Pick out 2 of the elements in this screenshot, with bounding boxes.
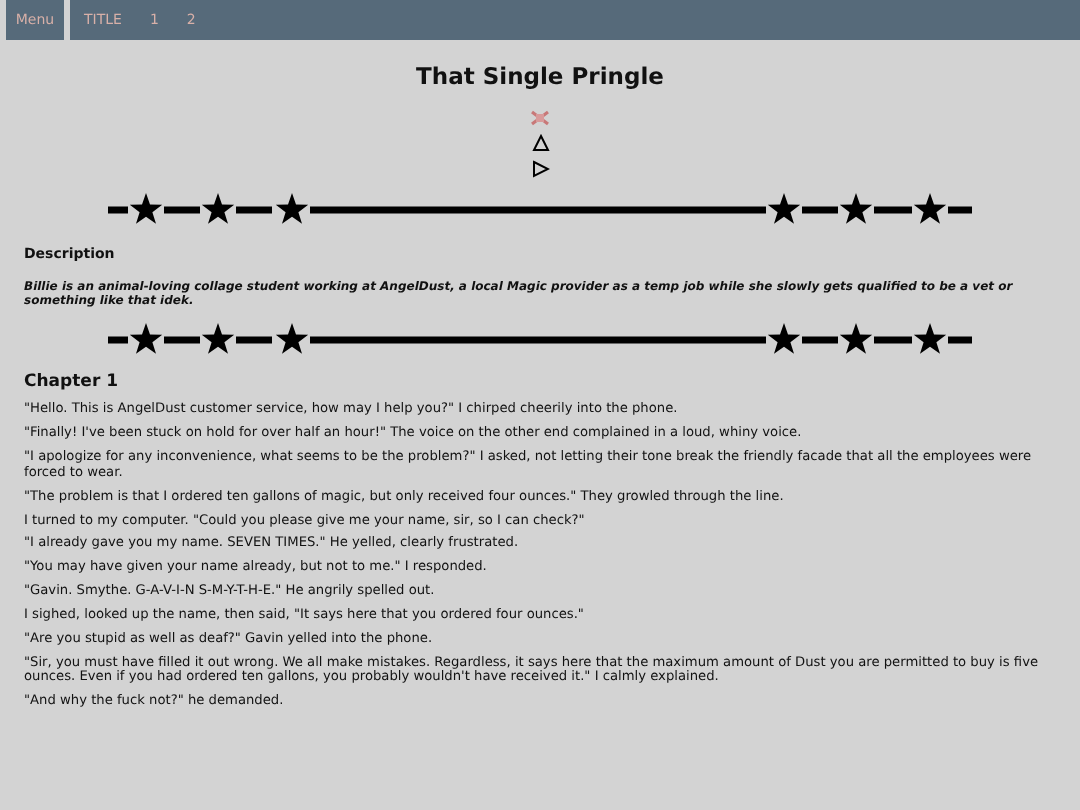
chapter-heading: Chapter 1 xyxy=(24,372,119,393)
story-title: That Single Pringle xyxy=(416,62,664,90)
